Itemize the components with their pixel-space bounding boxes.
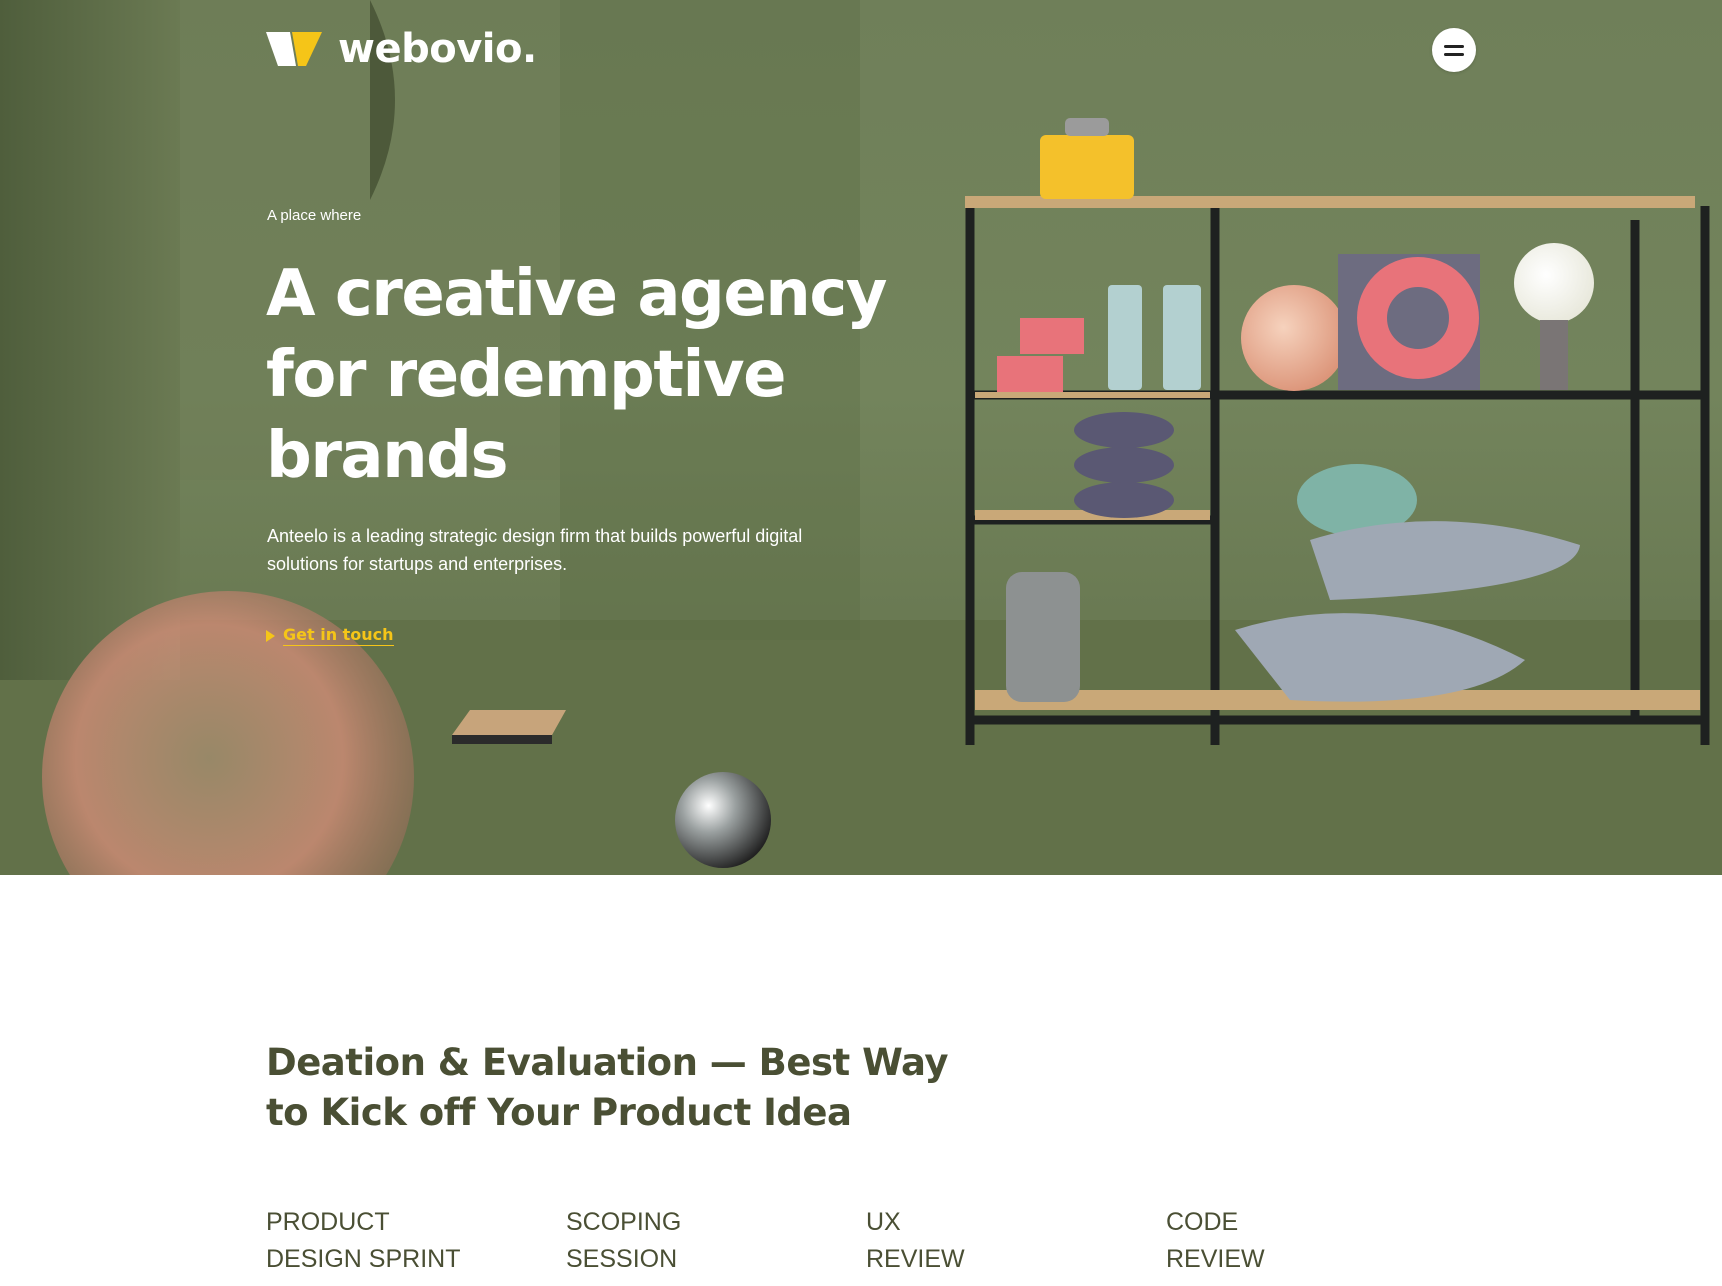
hero-eyebrow: A place where (267, 207, 362, 224)
hero-headline-line: for redemptive (266, 338, 787, 412)
hero-description: Anteelo is a leading strategic design fi… (267, 522, 877, 578)
service-label: SCOPING (566, 1208, 682, 1236)
section-title: Deation & Evaluation — Best Way to Kick … (266, 1038, 986, 1138)
hero-headline-line: brands (266, 419, 509, 493)
hero-description-line: solutions for startups and enterprises. (267, 554, 568, 574)
brand-logo[interactable]: webovio. (266, 26, 537, 72)
service-label: REVIEW (866, 1245, 965, 1273)
service-label: SESSION (566, 1245, 678, 1273)
service-item-code-review[interactable]: CODE REVIEW (1166, 1204, 1466, 1278)
hero-headline: A creative agency for redemptive brands (266, 254, 906, 497)
service-item-product-design-sprint[interactable]: PRODUCT DESIGN SPRINT (266, 1204, 566, 1278)
hero-description-line: Anteelo is a leading strategic design fi… (267, 526, 803, 546)
hamburger-icon (1444, 44, 1464, 48)
section-title-line: Deation & Evaluation — Best Way (266, 1041, 949, 1084)
hamburger-icon-bar (1444, 52, 1464, 56)
menu-button[interactable] (1432, 28, 1476, 72)
service-label: CODE (1166, 1208, 1239, 1236)
hero-headline-line: A creative agency (266, 257, 887, 331)
service-label: UX (866, 1208, 901, 1236)
get-in-touch-link[interactable]: Get in touch (266, 625, 394, 646)
service-label: REVIEW (1166, 1245, 1265, 1273)
hero-section: webovio. A place where A creative agency… (0, 0, 1722, 875)
service-item-scoping-session[interactable]: SCOPING SESSION (566, 1204, 866, 1278)
service-label: PRODUCT (266, 1208, 390, 1236)
services-list: PRODUCT DESIGN SPRINT SCOPING SESSION UX… (266, 1204, 1466, 1278)
service-label: DESIGN SPRINT (266, 1245, 461, 1273)
webovio-logo-mark-icon (266, 32, 322, 66)
section-title-line: to Kick off Your Product Idea (266, 1091, 852, 1134)
get-in-touch-label: Get in touch (283, 625, 394, 646)
service-item-ux-review[interactable]: UX REVIEW (866, 1204, 1166, 1278)
brand-name: webovio. (338, 26, 537, 72)
play-arrow-icon (266, 629, 275, 642)
